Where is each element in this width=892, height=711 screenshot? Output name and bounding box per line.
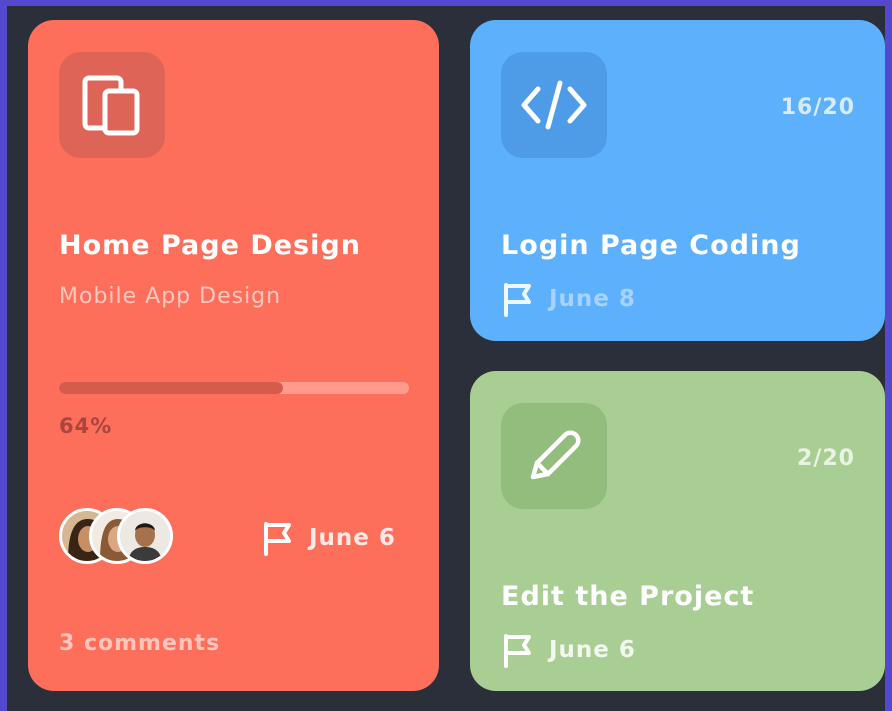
due-date-label: June 8: [549, 286, 636, 312]
due-date: June 8: [501, 281, 636, 317]
avatar[interactable]: [117, 508, 173, 564]
devices-icon: [59, 52, 165, 158]
flag-icon: [264, 522, 291, 556]
due-date: June 6: [501, 632, 636, 668]
avatar-group[interactable]: [59, 508, 179, 570]
flag-icon: [504, 634, 531, 668]
progress-fill: [59, 382, 283, 394]
card-title: Login Page Coding: [501, 230, 801, 261]
due-date-label: June 6: [309, 525, 396, 551]
code-icon: [501, 52, 607, 158]
task-card-home-page-design[interactable]: Home Page Design Mobile App Design 64% J…: [28, 20, 439, 691]
task-count: 2/20: [797, 446, 855, 471]
task-count: 16/20: [780, 95, 855, 120]
progress-percent: 64%: [59, 414, 113, 438]
app-frame: Home Page Design Mobile App Design 64% J…: [0, 0, 892, 711]
task-card-login-page-coding[interactable]: 16/20 Login Page Coding June 8: [470, 20, 885, 341]
comments-link[interactable]: 3 comments: [59, 631, 220, 656]
progress-bar: [59, 382, 409, 394]
card-title: Home Page Design: [59, 230, 361, 261]
due-date-label: June 6: [549, 637, 636, 663]
task-card-edit-the-project[interactable]: 2/20 Edit the Project June 6: [470, 371, 885, 691]
card-subtitle: Mobile App Design: [59, 284, 282, 309]
flag-icon: [504, 283, 531, 317]
due-date: June 6: [261, 520, 396, 556]
card-title: Edit the Project: [501, 581, 755, 612]
pencil-icon: [501, 403, 607, 509]
